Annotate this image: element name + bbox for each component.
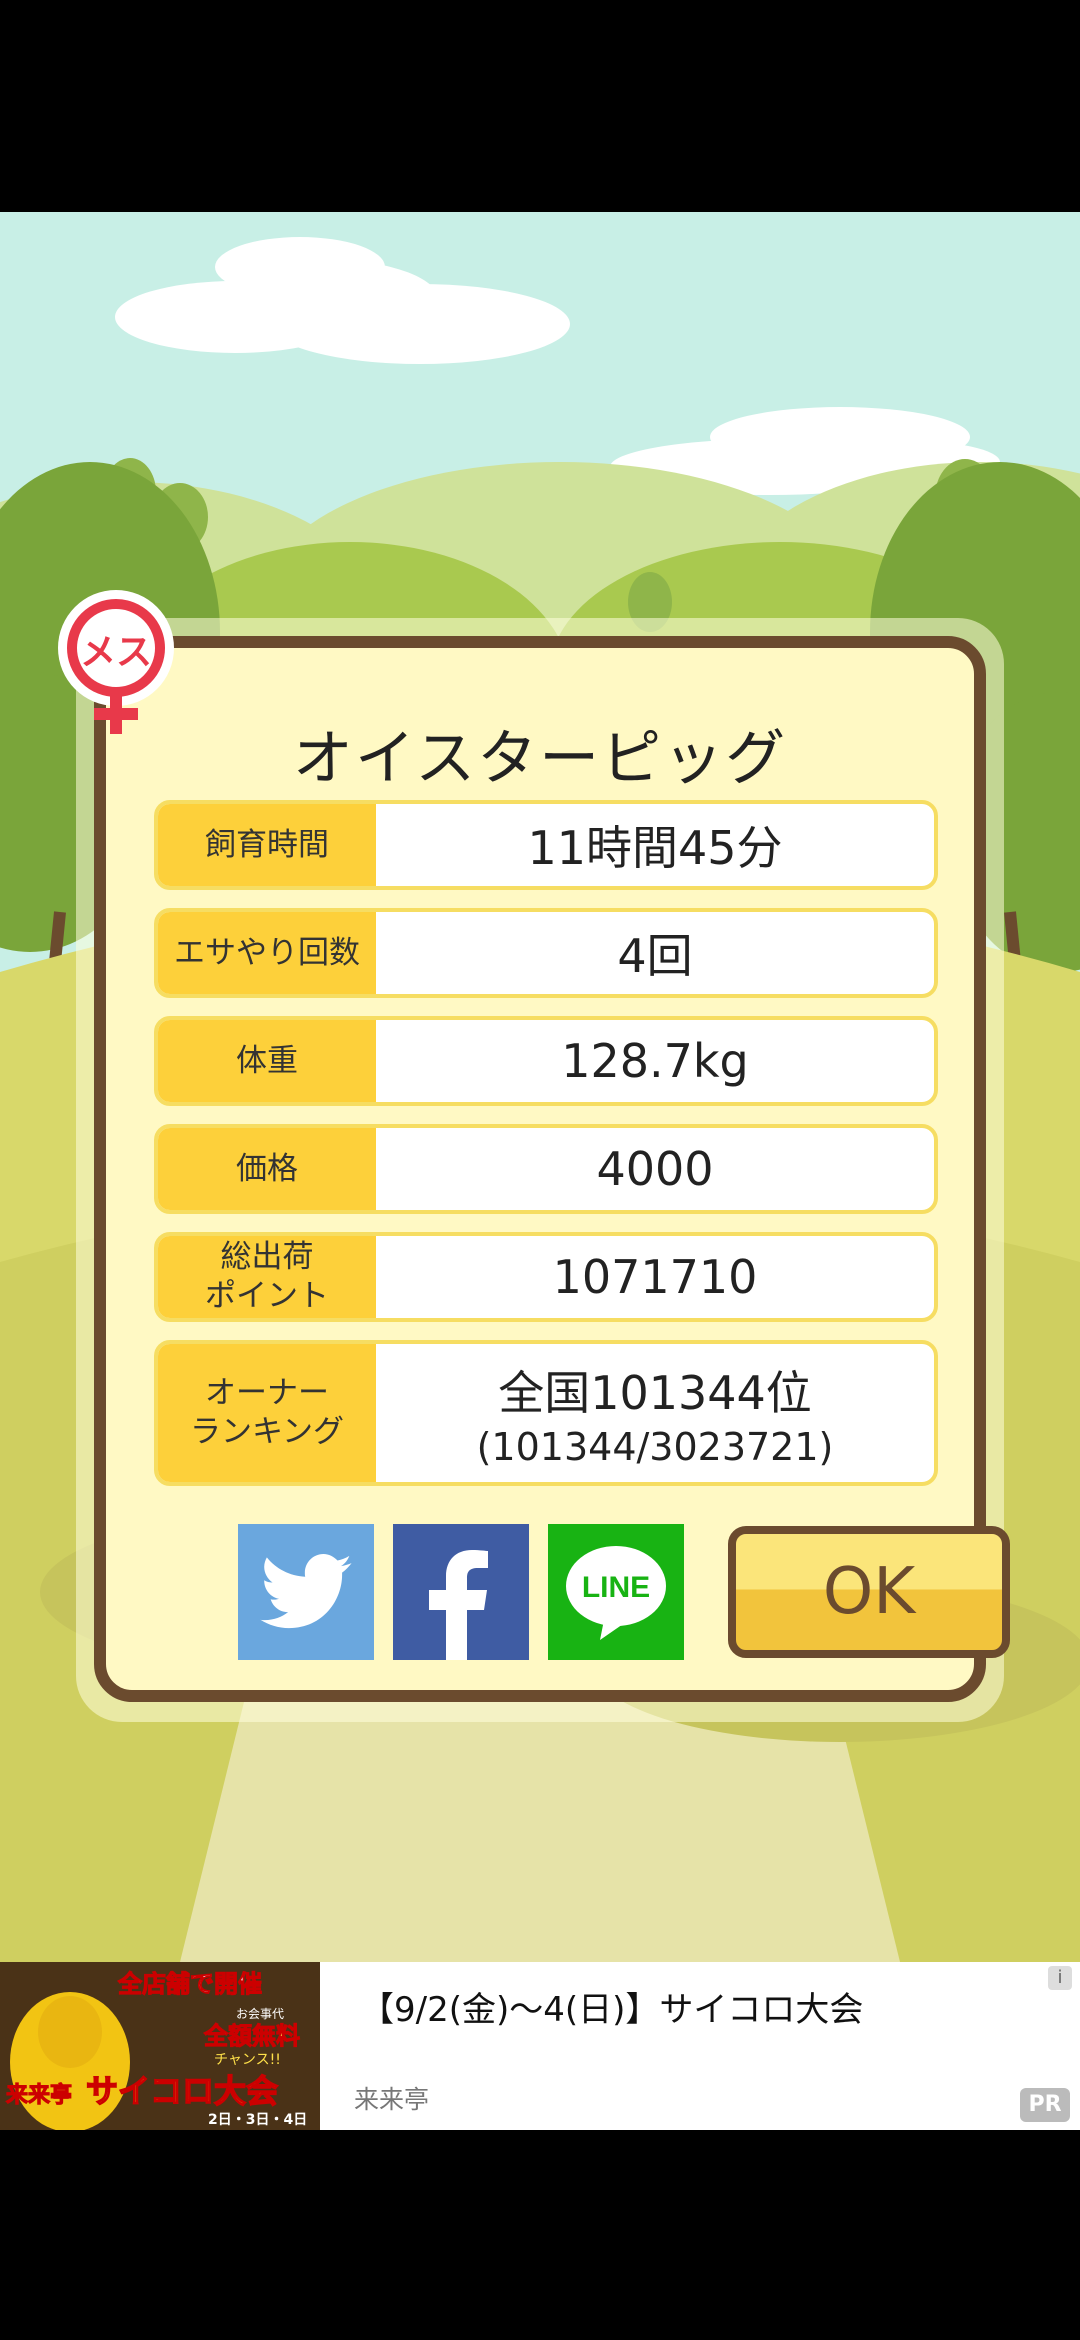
line-logo-icon: LINE	[566, 1546, 666, 1640]
stat-value: 1071710	[552, 1250, 758, 1304]
stat-value: 全国101344位 (101344/3023721)	[376, 1344, 934, 1482]
stat-label: 飼育時間	[158, 804, 376, 886]
stat-label: 価格	[158, 1128, 376, 1210]
ad-banner[interactable]: 全店舗で開催 お会事代 全額無料 チャンス!! 来来亭 サイコロ大会 2日・3日…	[0, 1962, 1080, 2130]
ad-title[interactable]: 【9/2(金)～4(日)】サイコロ大会	[360, 1982, 863, 2031]
svg-text:2日・3日・4日: 2日・3日・4日	[208, 2112, 307, 2128]
stat-label: 体重	[158, 1020, 376, 1102]
stats-list: 飼育時間 11時間45分 エサやり回数 4回 体重 128.7kg 価格 400…	[154, 800, 938, 1504]
ad-pr-badge: PR	[1020, 2088, 1070, 2122]
facebook-f-icon	[429, 1550, 488, 1660]
stat-label: 総出荷 ポイント	[158, 1236, 376, 1318]
svg-text:全額無料: 全額無料	[203, 2022, 300, 2050]
stat-row-weight: 体重 128.7kg	[154, 1016, 938, 1106]
svg-text:お会事代: お会事代	[236, 2007, 284, 2021]
stat-row-feed-count: エサやり回数 4回	[154, 908, 938, 998]
info-icon[interactable]: i	[1048, 1966, 1072, 1990]
ok-button[interactable]: OK	[728, 1526, 1010, 1658]
ranking-detail: (101344/3023721)	[476, 1425, 834, 1469]
facebook-share-button[interactable]	[393, 1524, 529, 1660]
stat-row-total-shipping-points: 総出荷 ポイント 1071710	[154, 1232, 938, 1322]
svg-text:サイコロ大会: サイコロ大会	[86, 2072, 278, 2110]
ranking-main: 全国101344位	[498, 1366, 812, 1420]
svg-text:全店舗で開催: 全店舗で開催	[117, 1970, 262, 1998]
line-logo-text: LINE	[582, 1571, 650, 1604]
twitter-share-button[interactable]	[238, 1524, 374, 1660]
stat-value: 11時間45分	[527, 821, 783, 875]
line-share-button[interactable]: LINE	[548, 1524, 684, 1660]
female-symbol-icon: メス	[58, 590, 174, 734]
stat-row-owner-ranking: オーナー ランキング 全国101344位 (101344/3023721)	[154, 1340, 938, 1486]
svg-text:来来亭: 来来亭	[5, 2082, 72, 2108]
stat-row-price: 価格 4000	[154, 1124, 938, 1214]
female-badge: メス	[54, 590, 178, 736]
stat-row-feeding-time: 飼育時間 11時間45分	[154, 800, 938, 890]
svg-text:チャンス!!: チャンス!!	[214, 2052, 281, 2068]
ad-source: 来来亭	[354, 2085, 430, 2114]
twitter-bird-icon	[260, 1554, 352, 1629]
ad-image-artwork: 全店舗で開催 お会事代 全額無料 チャンス!! 来来亭 サイコロ大会 2日・3日…	[0, 1962, 320, 2130]
stat-value: 4000	[596, 1142, 714, 1196]
stat-value: 4回	[617, 929, 693, 983]
stat-value: 128.7kg	[561, 1034, 749, 1088]
pig-name-title: オイスターピッグ	[292, 724, 788, 794]
stat-label: エサやり回数	[158, 912, 376, 994]
pig-status-dialog: オイスターピッグ 飼育時間 11時間45分 エサやり回数 4回 体重 128.7…	[94, 636, 1010, 1702]
female-badge-label: メス	[80, 632, 152, 673]
ad-image[interactable]: 全店舗で開催 お会事代 全額無料 チャンス!! 来来亭 サイコロ大会 2日・3日…	[0, 1962, 320, 2130]
stat-label: オーナー ランキング	[158, 1344, 376, 1482]
